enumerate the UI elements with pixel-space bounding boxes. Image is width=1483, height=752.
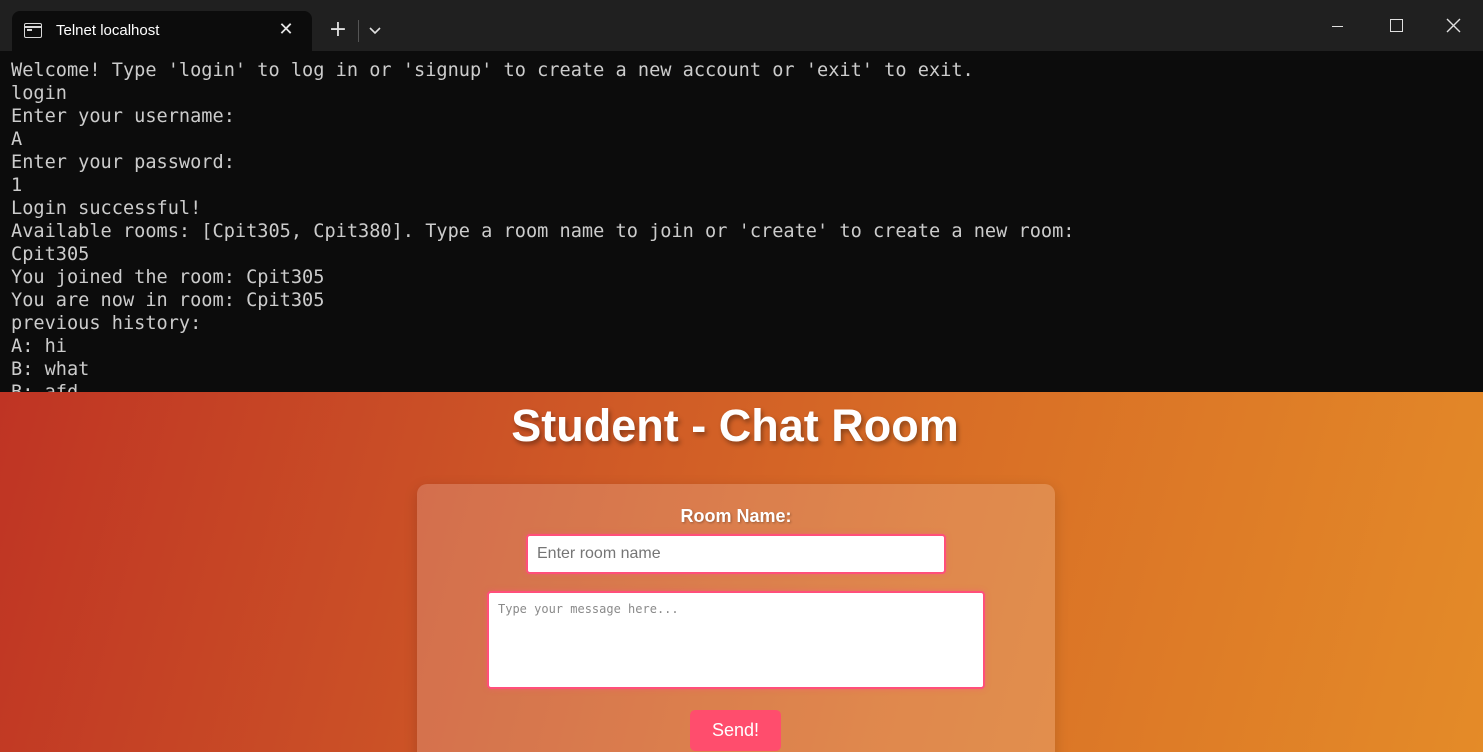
terminal-line: B: what: [11, 359, 90, 380]
terminal-line: Cpit305: [11, 244, 90, 265]
chat-page: Student - Chat Room Room Name: Send!: [0, 392, 1483, 752]
terminal-line: Welcome! Type 'login' to log in or 'sign…: [11, 60, 974, 81]
terminal-line: Enter your password:: [11, 152, 235, 173]
terminal-line: A: hi: [11, 336, 67, 357]
terminal-line: Available rooms: [Cpit305, Cpit380]. Typ…: [11, 221, 1075, 242]
room-name-input[interactable]: [526, 534, 946, 574]
tab-telnet-localhost[interactable]: Telnet localhost ✕: [12, 11, 312, 51]
minimize-button[interactable]: [1318, 8, 1358, 42]
new-tab-button[interactable]: +: [326, 18, 350, 42]
terminal-line: You joined the room: Cpit305: [11, 267, 325, 288]
maximize-button[interactable]: [1376, 8, 1416, 42]
title-bar: Telnet localhost ✕ +: [0, 0, 1483, 51]
terminal-line: B: afd: [11, 382, 1471, 392]
chat-form-card: Room Name: Send!: [417, 484, 1055, 752]
close-tab-icon[interactable]: ✕: [275, 19, 297, 41]
terminal-line: 1: [11, 175, 23, 196]
message-input[interactable]: [487, 591, 985, 689]
tab-divider: [358, 20, 359, 42]
room-name-label: Room Name:: [680, 506, 792, 526]
chevron-down-icon[interactable]: [364, 19, 386, 41]
page-title: Student - Chat Room: [511, 400, 959, 451]
terminal-line: previous history:: [11, 313, 202, 334]
terminal-line: login: [11, 83, 67, 104]
tab-title: Telnet localhost: [56, 22, 160, 39]
terminal-line: Login successful!: [11, 198, 202, 219]
terminal-line: A: [11, 129, 23, 150]
terminal-window: Telnet localhost ✕ + Welcome! Type 'logi…: [0, 0, 1483, 392]
terminal-icon: [24, 23, 42, 38]
close-window-button[interactable]: [1434, 8, 1474, 42]
terminal-line: Enter your username:: [11, 106, 235, 127]
send-button[interactable]: Send!: [690, 710, 781, 751]
terminal-line: You are now in room: Cpit305: [11, 290, 325, 311]
terminal-output[interactable]: Welcome! Type 'login' to log in or 'sign…: [11, 60, 1471, 392]
